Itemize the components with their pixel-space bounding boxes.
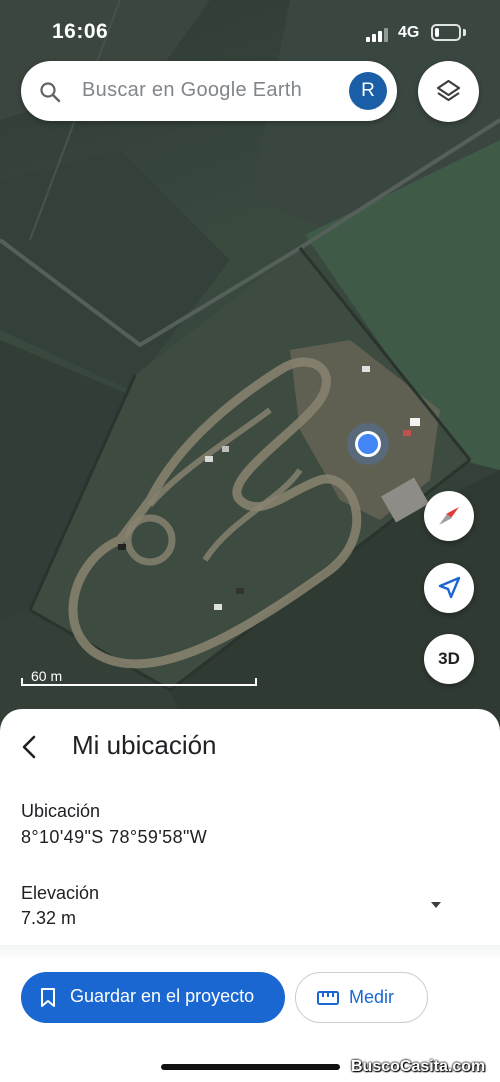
compass-icon — [439, 507, 459, 525]
battery-tip — [463, 29, 466, 36]
scale-line — [21, 678, 257, 686]
battery-icon — [431, 24, 461, 41]
search-icon — [40, 82, 61, 103]
measure-button-label: Medir — [349, 987, 395, 1007]
compass-button[interactable] — [424, 491, 474, 541]
save-to-project-button[interactable]: Guardar en el proyecto — [21, 972, 285, 1023]
dropdown-arrow-icon[interactable] — [428, 899, 444, 911]
search-bar[interactable]: Buscar en Google Earth R — [21, 61, 397, 121]
status-time: 16:06 — [52, 20, 109, 43]
home-indicator[interactable] — [161, 1064, 340, 1070]
status-bar: 16:06 4G — [0, 0, 500, 62]
layers-button[interactable] — [418, 61, 479, 122]
search-input[interactable]: Buscar en Google Earth — [82, 79, 302, 102]
location-details-sheet: Mi ubicación Ubicación 8°10'49"S 78°59'5… — [0, 709, 500, 1082]
network-type: 4G — [398, 24, 420, 41]
elevation-value: 7.32 m — [21, 908, 77, 928]
battery-level — [435, 28, 439, 37]
navigation-arrow-icon — [438, 576, 461, 599]
ruler-icon — [317, 991, 339, 1005]
back-arrow-icon[interactable] — [14, 731, 46, 763]
location-label: Ubicación — [21, 801, 101, 821]
map-scale-bar: 60 m — [21, 666, 257, 688]
avatar[interactable]: R — [349, 72, 387, 110]
watermark: BuscoCasita.com — [351, 1058, 486, 1075]
elevation-label: Elevación — [21, 883, 100, 903]
3d-toggle-button[interactable]: 3D — [424, 634, 474, 684]
my-location-button[interactable] — [424, 563, 474, 613]
save-button-label: Guardar en el proyecto — [70, 986, 255, 1006]
bookmark-icon — [41, 988, 55, 1007]
layers-icon — [436, 79, 461, 102]
location-coordinates: 8°10'49"S 78°59'58"W — [21, 827, 208, 847]
measure-button[interactable]: Medir — [295, 972, 428, 1023]
current-location-dot — [355, 431, 381, 457]
divider — [0, 945, 500, 959]
signal-strength-icon — [366, 26, 392, 42]
sheet-title: Mi ubicación — [72, 730, 217, 760]
